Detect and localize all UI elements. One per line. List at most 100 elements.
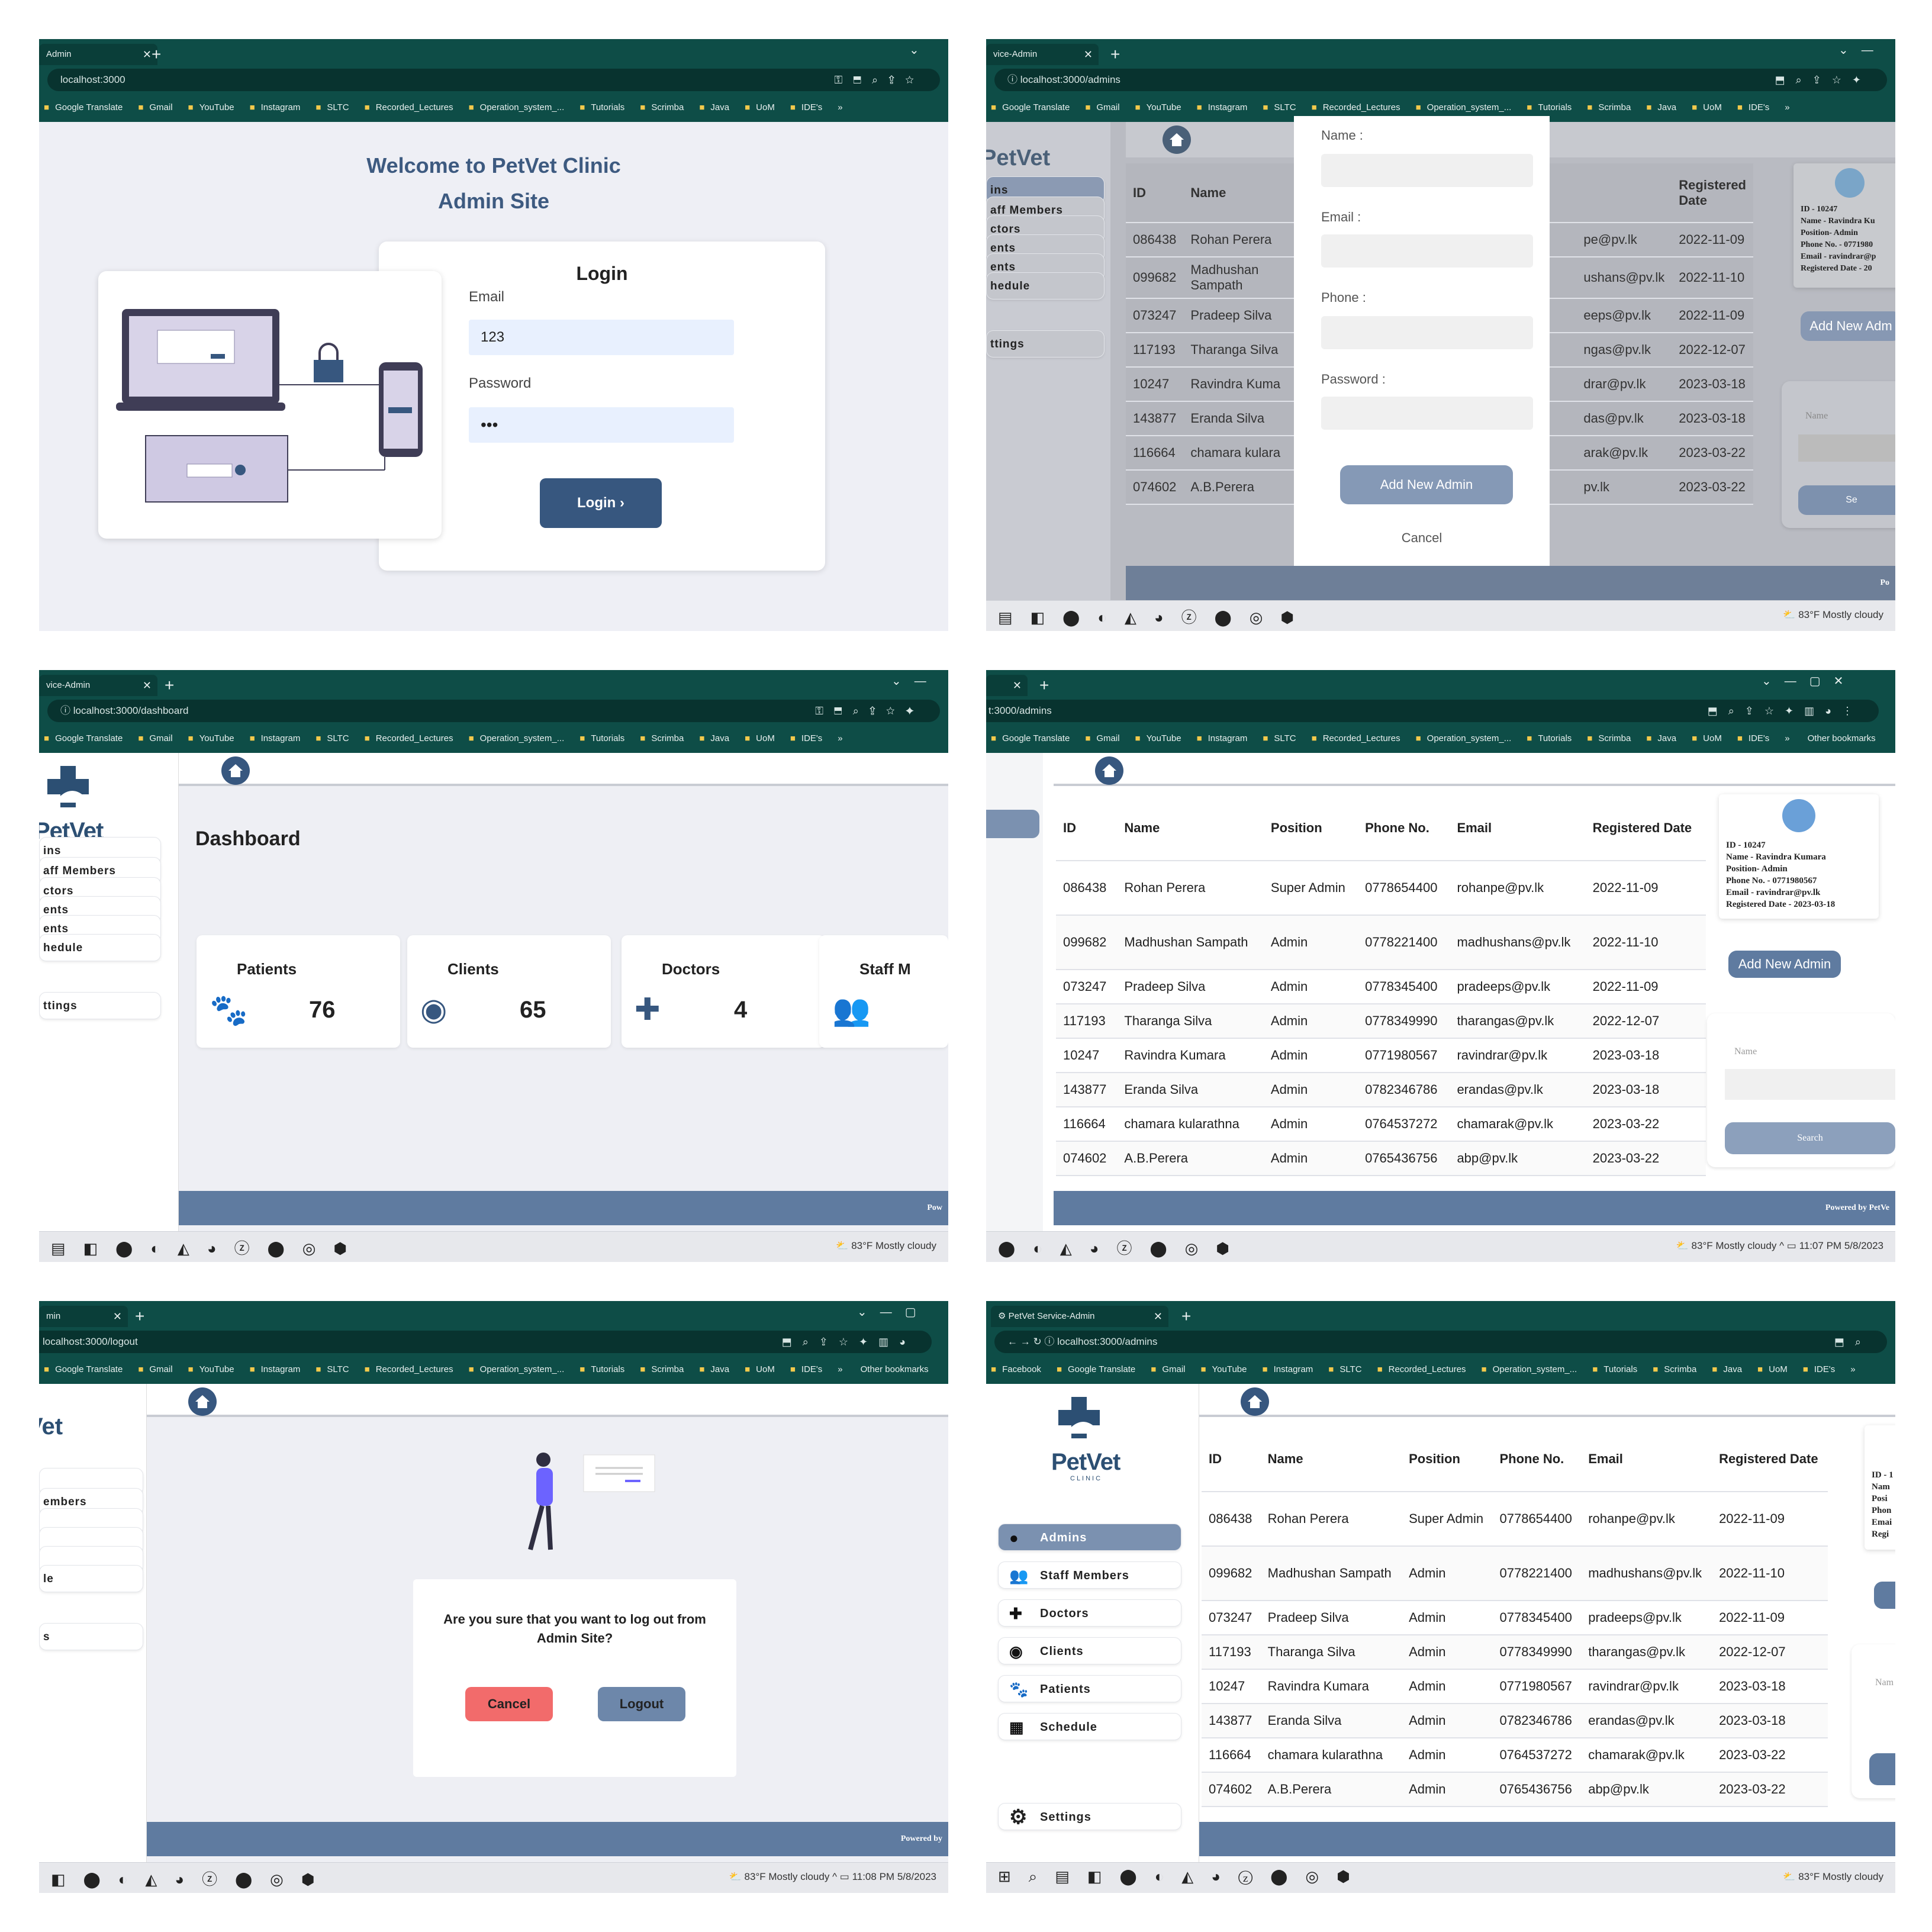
bookmark-item[interactable]: Operation_system_... [1416, 727, 1512, 751]
column-header[interactable]: Email [1581, 1427, 1712, 1492]
column-header[interactable]: Position [1263, 796, 1358, 861]
name-filter-input[interactable] [1725, 1069, 1895, 1100]
sidebar-item-settings[interactable]: ⚙ Settings [998, 1803, 1181, 1830]
bookmark-item[interactable]: Instagram [250, 96, 301, 120]
search-button[interactable]: Se [1798, 485, 1895, 515]
new-tab-icon[interactable]: + [1039, 675, 1049, 696]
bookmark-item[interactable]: Scrimba [1587, 96, 1631, 120]
cancel-link[interactable]: Cancel [1294, 530, 1550, 546]
bookmark-item[interactable]: IDE's [790, 96, 822, 120]
cancel-button[interactable]: Cancel [465, 1687, 553, 1721]
add-new-admin-button[interactable]: Add New Admin [1728, 951, 1841, 978]
sidebar-item[interactable]: hedule [986, 272, 1105, 300]
close-tab-icon[interactable]: ✕ [1013, 675, 1022, 696]
bookmark-item[interactable]: Operation_system_... [469, 96, 565, 120]
more-bookmarks-icon[interactable]: » [1785, 102, 1789, 112]
more-bookmarks-icon[interactable]: » [838, 102, 842, 112]
bookmark-item[interactable]: Java [699, 727, 729, 751]
sidebar-item-admins[interactable]: ● Admins [998, 1524, 1181, 1551]
back-icon[interactable]: ← → [1007, 1336, 1033, 1347]
address-bar[interactable]: ⓘ localhost:3000/dashboard ⚿⬒⌕⇪☆✦ [47, 700, 940, 722]
table-row[interactable]: 074602 A.B.Perera Admin 0765436756 abp@pv.lk… [1056, 1141, 1706, 1176]
sidebar-item-patients[interactable]: 🐾 Patients [998, 1675, 1181, 1702]
bookmark-item[interactable]: Operation_system_... [1482, 1358, 1577, 1382]
bookmark-item[interactable]: UoM [1692, 727, 1722, 751]
bookmark-item[interactable]: Tutorials [1527, 727, 1572, 751]
browser-tab[interactable]: vice-Admin ✕ [39, 675, 157, 696]
bookmark-item[interactable]: Gmail [138, 727, 172, 751]
new-tab-icon[interactable]: + [135, 1306, 144, 1327]
taskbar-app-icons[interactable]: ⊞⌕▤◧⬤◐◭◕ⓩ⬤◎⬢ [998, 1867, 1368, 1886]
reload-icon[interactable]: ↻ [1033, 1336, 1044, 1347]
bookmark-item[interactable]: Instagram [250, 1358, 301, 1382]
bookmark-item[interactable]: SLTC [1328, 1358, 1361, 1382]
close-tab-icon[interactable]: ✕ [113, 1306, 122, 1327]
email-field[interactable]: 123 [469, 320, 734, 355]
new-tab-icon[interactable]: + [1110, 44, 1120, 65]
address-bar[interactable]: t:3000/admins ⬒⌕⇪☆✦▥◕⋮ [986, 700, 1879, 722]
bookmark-item[interactable]: Scrimba [640, 727, 684, 751]
bookmark-item[interactable]: YouTube [188, 1358, 234, 1382]
new-tab-icon[interactable]: + [165, 675, 174, 696]
browser-tab[interactable]: ⚙ PetVet Service-Admin ✕ [991, 1306, 1168, 1327]
bookmark-item[interactable]: UoM [745, 96, 775, 120]
bookmark-item[interactable]: UoM [1692, 96, 1722, 120]
bookmark-item[interactable]: Recorded_Lectures [365, 96, 453, 120]
bookmark-item[interactable]: Recorded_Lectures [1377, 1358, 1466, 1382]
bookmark-item[interactable]: Tutorials [579, 1358, 624, 1382]
bookmark-item[interactable]: Recorded_Lectures [365, 1358, 453, 1382]
bookmark-item[interactable]: YouTube [1135, 96, 1181, 120]
search-button[interactable] [1869, 1753, 1895, 1785]
sidebar-item[interactable]: s [39, 1623, 143, 1650]
bookmark-item[interactable]: Gmail [138, 96, 172, 120]
column-header[interactable]: Name [1260, 1427, 1402, 1492]
window-controls-icon[interactable]: ⌄—▢✕ [1762, 674, 1856, 688]
address-bar[interactable]: ⓘ localhost:3000/admins ⬒⌕⇪☆✦ [994, 69, 1887, 91]
bookmark-item[interactable]: YouTube [188, 96, 234, 120]
table-row[interactable]: 143877 Eranda Silva Admin 0782346786 erandas… [1202, 1704, 1828, 1738]
table-row[interactable]: 073247 Pradeep Silva Admin 0778345400 pradee… [1056, 970, 1706, 1004]
bookmark-item[interactable]: Gmail [138, 1358, 172, 1382]
bookmark-item[interactable]: YouTube [1200, 1358, 1247, 1382]
table-row[interactable]: 117193 Tharanga Silva Admin 0778349990 thara… [1056, 1004, 1706, 1039]
table-row[interactable]: 086438 Rohan Perera Super Admin 0778654400 r… [1056, 861, 1706, 916]
home-icon[interactable] [1095, 756, 1123, 785]
new-tab-icon[interactable]: + [1181, 1306, 1191, 1327]
bookmark-item[interactable]: Google Translate [1057, 1358, 1135, 1382]
column-header[interactable]: Email [1450, 796, 1586, 861]
bookmark-item[interactable]: Google Translate [44, 96, 123, 120]
add-new-admin-button[interactable] [1874, 1582, 1895, 1609]
bookmark-item[interactable]: Tutorials [579, 727, 624, 751]
table-row[interactable]: 116664 chamara kularathna Admin 0764537272 c… [1202, 1738, 1828, 1773]
other-bookmarks[interactable]: Other bookmarks [861, 1364, 929, 1374]
sidebar-item-admins[interactable] [986, 810, 1039, 838]
table-row[interactable]: 143877 Eranda Silva Admin 0782346786 erandas… [1056, 1073, 1706, 1107]
bookmark-item[interactable]: Scrimba [1587, 727, 1631, 751]
stat-card[interactable]: Clients ◉ 65 [407, 935, 611, 1048]
sidebar-item-schedule[interactable]: ▦ Schedule [998, 1713, 1181, 1740]
address-bar-icons[interactable]: ⬒⌕ [1834, 1331, 1872, 1353]
bookmark-item[interactable]: Recorded_Lectures [1312, 727, 1400, 751]
bookmark-item[interactable]: Tutorials [579, 96, 624, 120]
browser-tab[interactable]: vice-Admin ✕ [986, 44, 1099, 65]
more-bookmarks-icon[interactable]: » [838, 733, 842, 743]
bookmark-item[interactable]: SLTC [315, 96, 349, 120]
column-header[interactable]: Name [1117, 796, 1264, 861]
bookmark-item[interactable]: SLTC [315, 727, 349, 751]
bookmark-item[interactable]: IDE's [790, 1358, 822, 1382]
close-tab-icon[interactable]: ✕ [1084, 44, 1093, 65]
taskbar-app-icons[interactable]: ▤◧⬤◐◭◕ⓩ⬤◎⬢ [998, 606, 1312, 627]
bookmark-item[interactable]: Tutorials [1592, 1358, 1637, 1382]
add-new-admin-button[interactable]: Add New Adm [1801, 311, 1895, 341]
sidebar-item-staff-members[interactable]: 👥 Staff Members [998, 1561, 1181, 1589]
bookmark-item[interactable]: SLTC [1263, 727, 1296, 751]
table-row[interactable]: 073247 Pradeep Silva Admin 0778345400 pradee… [1202, 1601, 1828, 1635]
bookmark-item[interactable]: Java [1646, 727, 1676, 751]
bookmark-item[interactable]: UoM [1757, 1358, 1788, 1382]
bookmark-item[interactable]: Gmail [1085, 727, 1119, 751]
bookmark-item[interactable]: IDE's [1737, 96, 1769, 120]
bookmark-item[interactable]: Instagram [250, 727, 301, 751]
sidebar-item-clients[interactable]: ◉ Clients [998, 1637, 1181, 1664]
bookmark-item[interactable]: YouTube [1135, 727, 1181, 751]
stat-card[interactable]: Staff M 👥 [819, 935, 948, 1048]
